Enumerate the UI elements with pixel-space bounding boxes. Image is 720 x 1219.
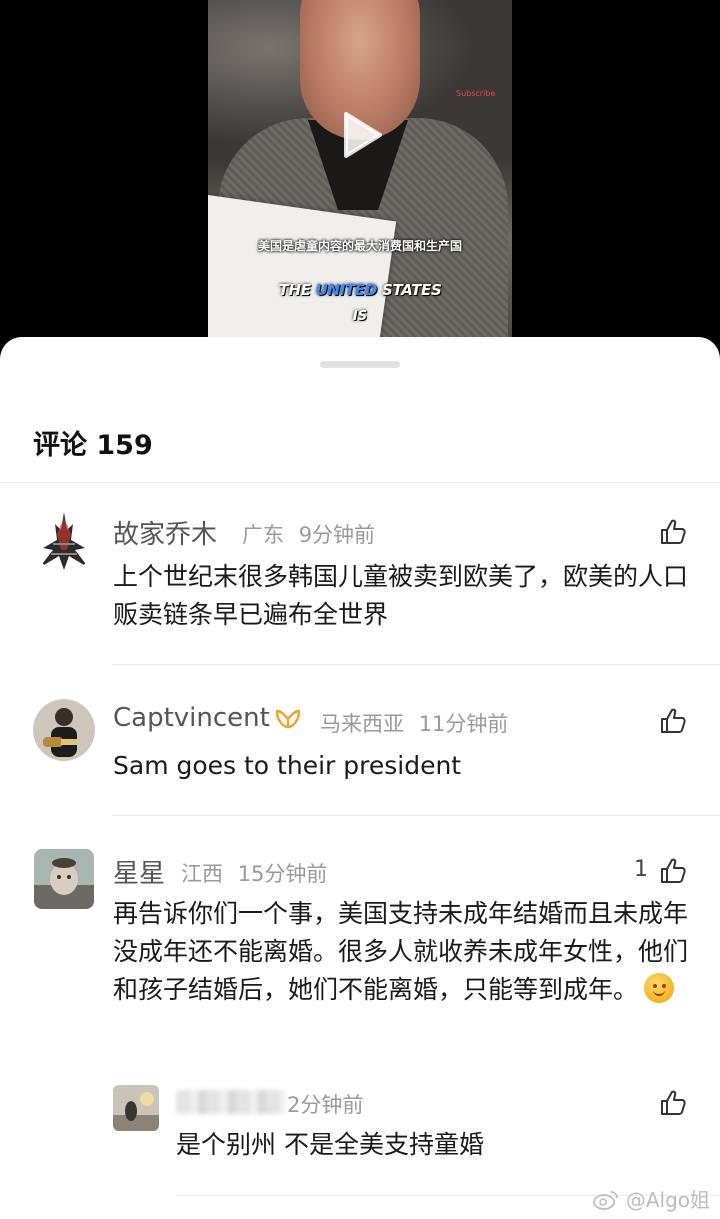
divider <box>0 482 720 483</box>
watermark-text: @Algo姐 <box>625 1188 710 1212</box>
comment-meta: 马来西亚 11分钟前 <box>320 708 508 738</box>
comment-username[interactable]: 故家乔木 <box>113 514 217 551</box>
comment-location: 江西 <box>181 862 223 886</box>
thumbs-up-icon[interactable] <box>659 857 687 885</box>
comment-text: 再告诉你们一个事，美国支持未成年结婚而且未成年没成年还不能离婚。很多人就收养未成… <box>113 895 693 1009</box>
video-subtitle-english: THE UNITED STATES <box>208 281 512 299</box>
video-subtitle-english-line2: IS <box>352 309 368 324</box>
video-player[interactable]: Subscribe 美国是虐童内容的最大消费国和生产国 THE UNITED S… <box>0 0 720 345</box>
like-count: 1 <box>634 857 648 882</box>
comment-username[interactable]: 星星 <box>113 853 165 890</box>
comment-meta: 江西 15分钟前 <box>181 858 327 888</box>
smile-emoji-icon <box>644 973 675 1003</box>
thumbs-up-icon[interactable] <box>659 707 687 735</box>
video-subtitle-chinese: 美国是虐童内容的最大消费国和生产国 <box>257 239 462 253</box>
reply-time: 2分钟前 <box>287 1093 364 1117</box>
subtitle-highlight: UNITED <box>315 281 378 299</box>
comment-location: 广东 <box>242 523 284 547</box>
comment-username-text: Captvincent <box>113 703 270 733</box>
video-frame[interactable]: Subscribe 美国是虐童内容的最大消费国和生产国 THE UNITED S… <box>208 0 512 340</box>
play-icon[interactable] <box>340 110 384 160</box>
comment-text: 上个世纪末很多韩国儿童被卖到欧美了，欧美的人口贩卖链条早已遍布全世界 <box>113 562 689 629</box>
avatar[interactable] <box>34 849 94 909</box>
thumbs-up-icon[interactable] <box>659 1089 687 1117</box>
comments-count-title: 评论 159 <box>33 430 153 461</box>
avatar[interactable] <box>113 1085 159 1131</box>
divider <box>112 815 720 816</box>
comment-location: 马来西亚 <box>320 712 404 736</box>
avatar[interactable] <box>33 699 95 761</box>
comment-time: 11分钟前 <box>418 712 509 736</box>
comment-text: Sam goes to their president <box>113 751 462 780</box>
blurred-username <box>176 1090 286 1114</box>
comments-sheet: 评论 159 故家乔木 广东 9分钟前 上个世纪末很多韩国儿童被卖到欧美了，欧美… <box>0 337 720 1219</box>
drag-handle[interactable] <box>320 361 400 368</box>
thumbs-up-icon[interactable] <box>659 518 687 546</box>
weibo-logo-icon <box>593 1191 619 1210</box>
reply-text: 是个别州 不是全美支持童婚 <box>176 1130 484 1159</box>
video-watermark: Subscribe <box>456 89 496 98</box>
avatar[interactable] <box>33 510 95 572</box>
subtitle-word: THE <box>278 281 316 299</box>
comment-text-content: 再告诉你们一个事，美国支持未成年结婚而且未成年没成年还不能离婚。很多人就收养未成… <box>113 899 689 1004</box>
subtitle-word: STATES <box>377 281 442 299</box>
comment-meta: 广东 9分钟前 <box>242 519 375 549</box>
vip-badge-icon <box>275 709 301 728</box>
comment-time: 9分钟前 <box>298 523 376 547</box>
watermark: @Algo姐 <box>593 1184 710 1213</box>
comment-time: 15分钟前 <box>237 862 328 886</box>
divider <box>112 664 720 665</box>
comment-username[interactable]: Captvincent <box>113 703 302 733</box>
